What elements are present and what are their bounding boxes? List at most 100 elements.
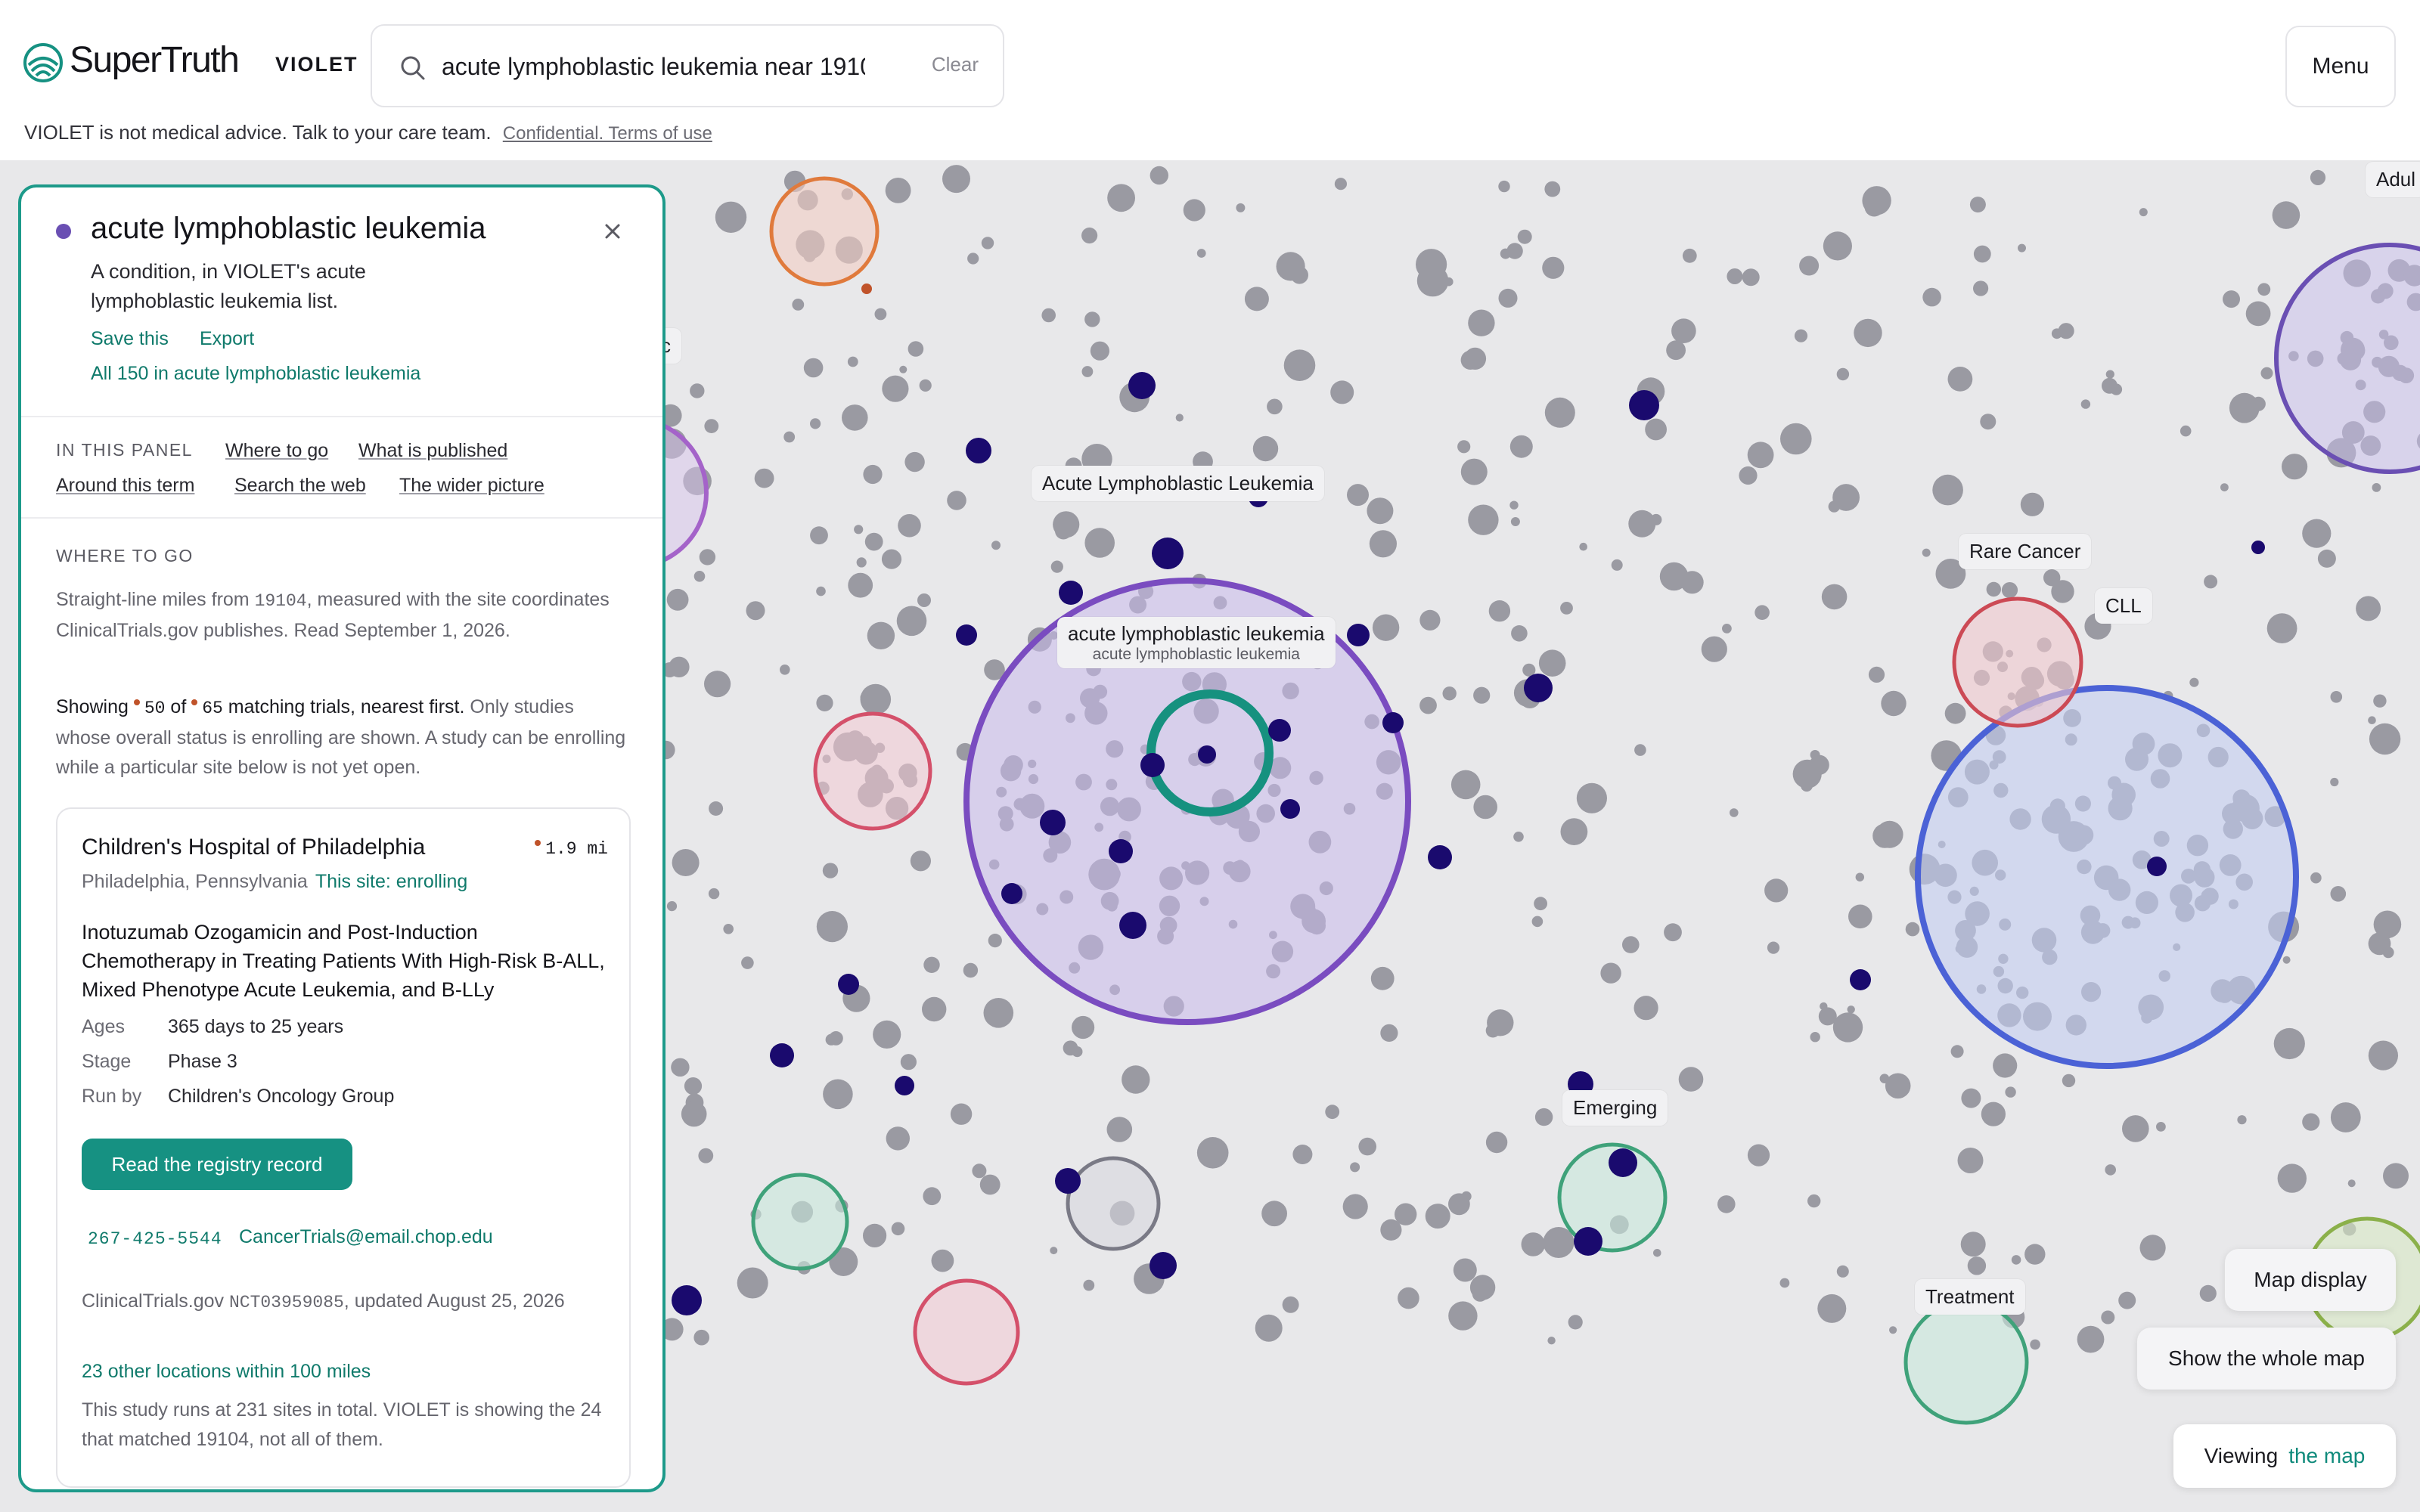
trial-dot (1107, 184, 1135, 212)
map-display-button[interactable]: Map display (2225, 1249, 2396, 1311)
read-registry-record-button[interactable]: Read the registry record (82, 1139, 352, 1190)
search-input[interactable] (442, 45, 865, 88)
trial-dot (1799, 256, 1820, 276)
trial-dot (1973, 245, 1991, 263)
trial-dot (2260, 367, 2273, 380)
trial-dot (1807, 1194, 1821, 1208)
trial-dot (2122, 1115, 2149, 1142)
nav-the-wider-picture[interactable]: The wider picture (399, 475, 544, 497)
trial-dot (2310, 872, 2322, 884)
trial-dot (1334, 178, 1347, 191)
brand-name[interactable]: SuperTruth (70, 39, 240, 81)
trial-dot (1881, 690, 1907, 717)
trial-dot (908, 341, 924, 357)
enrolling-trial-dot (1150, 1252, 1177, 1279)
cluster-circle (769, 176, 880, 287)
show-whole-map-button[interactable]: Show the whole map (2137, 1328, 2396, 1390)
site-location: Philadelphia, Pennsylvania This site: enr… (82, 871, 468, 892)
trial-dot (1832, 484, 1860, 511)
trial-dot (1290, 266, 1309, 284)
all-in-list-link[interactable]: All 150 in acute lymphoblastic leukemia (91, 363, 420, 385)
phone-link[interactable]: 267-425-5544 (88, 1229, 222, 1249)
stage-label: Stage (82, 1051, 132, 1072)
trial-dot (863, 1223, 887, 1247)
trial-dot (1832, 1012, 1863, 1043)
cluster-circle (2274, 243, 2420, 474)
showing-total: 65 (202, 699, 223, 718)
label-treatment[interactable]: Treatment (1915, 1279, 2025, 1315)
trial-dot (1547, 1337, 1556, 1345)
label-all-acute-lymphoblastic-leukemia[interactable]: Acute Lymphoblastic Leukemia (1032, 466, 1324, 501)
other-locations-link[interactable]: 23 other locations within 100 miles (82, 1361, 371, 1383)
trial-dot (950, 1103, 973, 1125)
trial-dot (1081, 366, 1094, 377)
trial-dot (2369, 723, 2401, 755)
trial-dot (2101, 1310, 2115, 1325)
trial-dot (2005, 1086, 2016, 1098)
save-this-link[interactable]: Save this (91, 328, 169, 350)
trial-dot (2011, 1255, 2021, 1265)
trial-dot (2302, 519, 2332, 548)
terms-of-use-link[interactable]: Confidential. Terms of use (503, 123, 712, 144)
trial-dot (1986, 581, 2001, 597)
label-emerging[interactable]: Emerging (1562, 1090, 1668, 1126)
email-link[interactable]: CancerTrials@email.chop.edu (239, 1226, 493, 1248)
trial-dot (2383, 1163, 2409, 1189)
enrolling-trial-dot (1001, 883, 1022, 904)
trial-dot (1175, 414, 1184, 422)
label-rare-cancer[interactable]: Rare Cancer (1959, 534, 2092, 569)
menu-button[interactable]: Menu (2285, 26, 2396, 107)
trial-dot (1347, 484, 1369, 507)
trial-dot (708, 888, 720, 900)
label-focus-cluster[interactable]: acute lymphoblastic leukemia acute lymph… (1057, 617, 1336, 669)
trial-dot (1457, 440, 1471, 454)
trial-dot (1084, 528, 1115, 558)
supertruth-logo-icon[interactable] (23, 42, 64, 83)
trial-dot (1282, 1296, 1299, 1313)
viewing-map-link[interactable]: the map (2288, 1444, 2365, 1468)
trial-dot (699, 549, 716, 565)
trial-dot (2020, 492, 2044, 516)
trial-dot (1372, 614, 1400, 641)
trial-dot (1973, 280, 1989, 296)
trial-dot (2282, 454, 2308, 480)
nav-where-to-go[interactable]: Where to go (225, 440, 328, 462)
trial-dot (1041, 308, 1056, 323)
trial-dot (1634, 996, 1658, 1021)
nav-search-the-web[interactable]: Search the web (234, 475, 366, 497)
trial-dot (709, 801, 724, 816)
trial-dot (1747, 442, 1774, 469)
trial-dot (904, 451, 925, 472)
trial-dot (2058, 323, 2074, 339)
nav-what-is-published[interactable]: What is published (358, 440, 507, 462)
nav-around-this-term[interactable]: Around this term (56, 475, 194, 497)
zip-code: 19104 (254, 591, 307, 611)
trial-dot (1498, 288, 1518, 308)
close-icon[interactable] (599, 218, 626, 245)
trial-dot (2330, 777, 2339, 787)
trial-dot (2266, 613, 2297, 643)
trial-dot (1261, 1201, 1287, 1227)
enrolling-trial-dot (966, 438, 991, 463)
trial-dot (1453, 1258, 1477, 1282)
cluster-circle (1952, 596, 2083, 728)
export-link[interactable]: Export (200, 328, 254, 350)
trial-dot (1350, 1162, 1360, 1173)
trial-dot (803, 358, 824, 378)
trial-dot (882, 375, 909, 402)
detail-panel: acute lymphoblastic leukemia A condition… (18, 184, 666, 1492)
trial-dot (886, 1126, 911, 1151)
trial-dot (1576, 782, 1607, 813)
label-cll[interactable]: CLL (2095, 588, 2152, 624)
trial-dot (1531, 916, 1544, 928)
trial-dot (1084, 311, 1100, 327)
enrolling-trial-dot (1382, 712, 1404, 733)
enrolling-trial-dot (838, 974, 859, 995)
trial-dot (2356, 596, 2381, 621)
trial-dot (2237, 1115, 2247, 1125)
clear-button[interactable]: Clear (932, 53, 979, 76)
trial-dot (1981, 1101, 2006, 1126)
label-adult-partial[interactable]: Adul (2366, 162, 2420, 197)
divider (21, 517, 662, 519)
trial-dot (899, 365, 908, 373)
